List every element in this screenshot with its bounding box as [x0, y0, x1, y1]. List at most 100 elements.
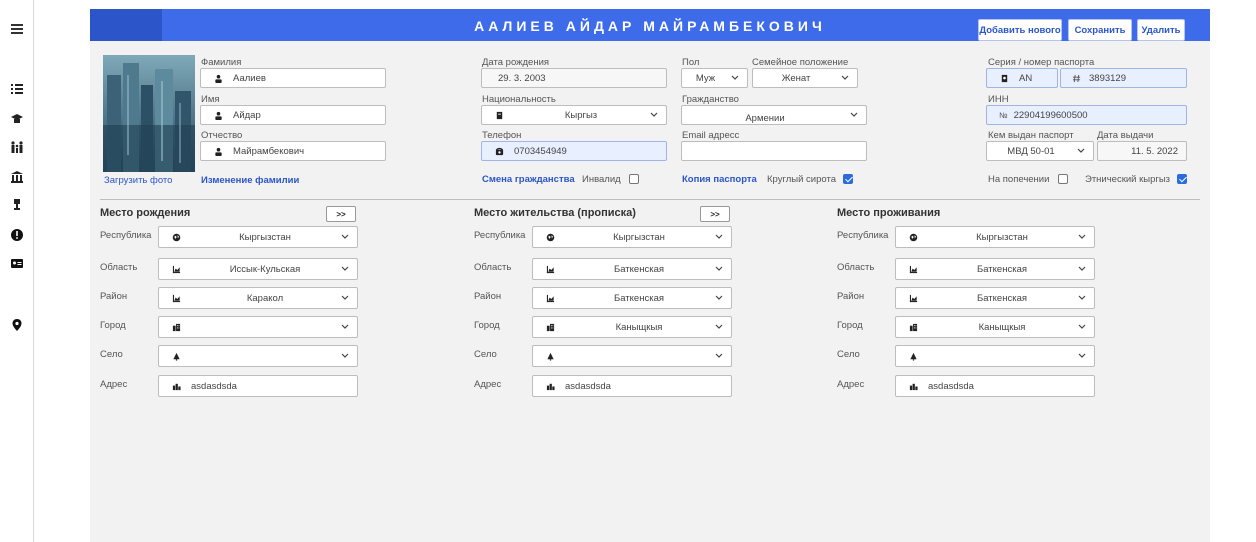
- city-select[interactable]: Каныщкыя: [895, 316, 1095, 338]
- address-value: asdasdsda: [928, 380, 974, 392]
- area-chart-icon: [908, 293, 918, 303]
- village-label: Село: [474, 349, 497, 360]
- user-icon: [213, 73, 223, 83]
- issued-by-value: МВД 50-01: [1007, 145, 1055, 157]
- change-citizenship-link[interactable]: Смена гражданства: [482, 174, 575, 185]
- inn-value: 22904199600500: [1013, 109, 1088, 121]
- list-icon[interactable]: [8, 80, 26, 98]
- award-icon[interactable]: [8, 196, 26, 214]
- region-label: Область: [100, 262, 138, 273]
- republic-label: Республика: [100, 230, 152, 241]
- marital-select[interactable]: Женат: [752, 68, 858, 88]
- add-new-button[interactable]: Добавить нового: [978, 19, 1062, 41]
- orphan-label: Круглый сирота: [767, 174, 836, 185]
- republic-label: Республика: [837, 230, 889, 241]
- disabled-checkbox[interactable]: [629, 174, 639, 184]
- section-divider: [100, 199, 1200, 200]
- citizenship-select[interactable]: Армении: [681, 105, 867, 125]
- region-select[interactable]: Баткенская: [895, 258, 1095, 280]
- district-select[interactable]: Баткенская: [895, 287, 1095, 309]
- citizenship-label: Гражданство: [682, 94, 739, 105]
- family-icon[interactable]: [8, 138, 26, 156]
- alert-icon[interactable]: [8, 226, 26, 244]
- upload-photo-link[interactable]: Загрузить фото: [104, 175, 172, 186]
- passport-copy-link[interactable]: Копия паспорта: [682, 174, 757, 185]
- gender-label: Пол: [682, 57, 700, 68]
- village-select[interactable]: [158, 345, 358, 367]
- nationality-label: Национальность: [482, 94, 556, 105]
- name-field[interactable]: Айдар: [200, 105, 386, 125]
- disabled-label: Инвалид: [582, 174, 621, 185]
- chevron-down-icon: [339, 295, 351, 301]
- patronymic-label: Отчество: [201, 130, 243, 141]
- bank-icon[interactable]: [8, 168, 26, 186]
- inn-field[interactable]: № 22904199600500: [986, 105, 1187, 125]
- user-icon: [213, 110, 223, 120]
- change-surname-link[interactable]: Изменение фамилии: [201, 175, 299, 186]
- city-select[interactable]: Каныщкыя: [532, 316, 732, 338]
- patronymic-field[interactable]: Майрамбекович: [200, 141, 386, 161]
- passport-series-field[interactable]: AN: [986, 68, 1058, 88]
- name-label: Имя: [201, 94, 220, 105]
- save-button[interactable]: Сохранить: [1068, 19, 1132, 41]
- district-select[interactable]: Каракол: [158, 287, 358, 309]
- tree-icon: [171, 351, 181, 361]
- issue-date-field[interactable]: 11. 5. 2022: [1097, 141, 1187, 161]
- district-select[interactable]: Баткенская: [532, 287, 732, 309]
- village-select[interactable]: [532, 345, 732, 367]
- city-icon: [545, 322, 555, 332]
- issued-by-select[interactable]: МВД 50-01: [986, 141, 1094, 161]
- tree-icon: [545, 351, 555, 361]
- address-field[interactable]: asdasdsda: [895, 375, 1095, 397]
- chevron-down-icon: [339, 324, 351, 330]
- surname-field[interactable]: Аалиев: [200, 68, 386, 88]
- phone-field[interactable]: 0703454949: [481, 141, 667, 161]
- city-select[interactable]: [158, 316, 358, 338]
- chevron-down-icon: [648, 112, 660, 118]
- location-pin-icon[interactable]: [8, 316, 26, 334]
- tree-icon: [908, 351, 918, 361]
- village-select[interactable]: [895, 345, 1095, 367]
- passport-number-field[interactable]: 3893129: [1060, 68, 1187, 88]
- birthdate-field[interactable]: 29. 3. 2003: [481, 68, 667, 88]
- orphan-checkbox[interactable]: [843, 174, 853, 184]
- section-title: Место рождения: [100, 207, 191, 219]
- chevron-down-icon: [1076, 353, 1088, 359]
- guardianship-checkbox[interactable]: [1058, 174, 1068, 184]
- email-field[interactable]: [681, 141, 867, 161]
- address-value: asdasdsda: [191, 380, 237, 392]
- address-field[interactable]: asdasdsda: [532, 375, 732, 397]
- globe-icon: [545, 232, 555, 242]
- district-value: Баткенская: [977, 292, 1027, 304]
- republic-select[interactable]: Кыргызстан: [158, 226, 358, 248]
- region-select[interactable]: Баткенская: [532, 258, 732, 280]
- republic-select[interactable]: Кыргызстан: [532, 226, 732, 248]
- region-select[interactable]: Иссык-Кульская: [158, 258, 358, 280]
- address-field[interactable]: asdasdsda: [158, 375, 358, 397]
- city-icon: [171, 322, 181, 332]
- passport-label: Серия / номер паспорта: [988, 57, 1095, 68]
- nationality-value: Кыргыз: [564, 109, 598, 121]
- map-marker-icon: [171, 381, 181, 391]
- copy-address-button[interactable]: >>: [326, 206, 356, 222]
- hash-icon: [1071, 73, 1081, 83]
- chevron-down-icon: [713, 234, 725, 240]
- republic-select[interactable]: Кыргызстан: [895, 226, 1095, 248]
- graduation-cap-icon[interactable]: [8, 110, 26, 128]
- surname-value: Аалиев: [233, 72, 266, 84]
- address-value: asdasdsda: [565, 380, 611, 392]
- menu-icon[interactable]: [8, 20, 26, 38]
- chevron-down-icon: [1075, 148, 1087, 154]
- delete-button[interactable]: Удалить: [1137, 19, 1185, 41]
- id-card-icon[interactable]: [8, 254, 26, 272]
- city-label: Город: [474, 320, 500, 331]
- copy-address-button[interactable]: >>: [700, 206, 730, 222]
- gender-select[interactable]: Муж: [681, 68, 748, 88]
- globe-icon: [908, 232, 918, 242]
- ethnic-checkbox[interactable]: [1177, 174, 1187, 184]
- inn-prefix: №: [999, 110, 1008, 120]
- nationality-select[interactable]: Кыргыз: [481, 105, 667, 125]
- patronymic-value: Майрамбекович: [233, 145, 305, 157]
- phone-icon: [494, 146, 504, 156]
- passport-icon: [999, 73, 1009, 83]
